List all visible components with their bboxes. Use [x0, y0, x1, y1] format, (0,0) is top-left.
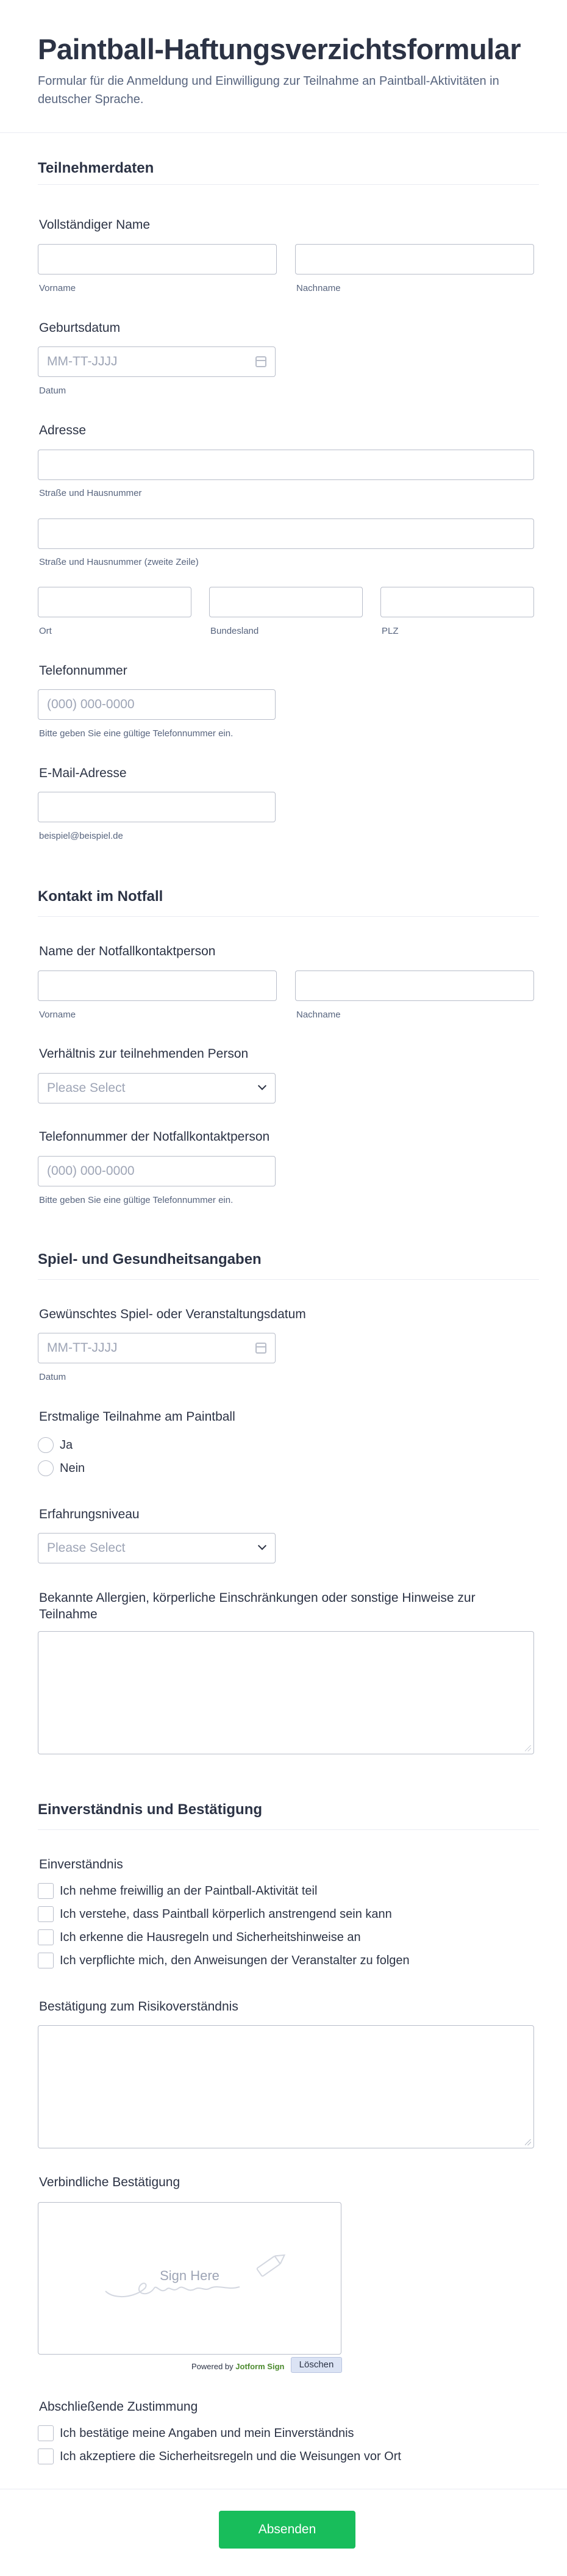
full-name-label: Vollständiger Name — [39, 218, 151, 232]
street2-input[interactable] — [38, 518, 534, 549]
state-input[interactable] — [209, 587, 363, 617]
section-divider — [38, 1829, 539, 1830]
city-sublabel: Ort — [39, 626, 52, 636]
game-date-label: Gewünschtes Spiel- oder Veranstaltungsda… — [39, 1307, 306, 1321]
agreement-checkbox-4[interactable] — [38, 1953, 54, 1968]
powered-by-text: Powered by Jotform Sign — [191, 2362, 284, 2371]
chevron-down-icon — [257, 1081, 267, 1091]
powered-by-label: Powered by — [191, 2362, 234, 2371]
phone-label: Telefonnummer — [39, 664, 127, 678]
street-sublabel: Straße und Hausnummer — [39, 488, 142, 498]
final-checkbox-1[interactable] — [38, 2425, 54, 2441]
radio-nein-label: Nein — [60, 1462, 85, 1475]
form-header: Paintball-Haftungsverzichtsformular Form… — [0, 0, 567, 133]
game-date-input[interactable]: MM-TT-JJJJ — [38, 1333, 276, 1363]
submit-button[interactable]: Absenden — [219, 2511, 355, 2549]
game-date-sublabel: Datum — [39, 1372, 66, 1382]
risk-label: Bestätigung zum Risikoverständnis — [39, 2000, 238, 2014]
birthdate-input[interactable]: MM-TT-JJJJ — [38, 346, 276, 377]
experience-select[interactable]: Please Select — [38, 1533, 276, 1563]
section-title-participant: Teilnehmerdaten — [38, 160, 154, 176]
agreement-checkbox-3[interactable] — [38, 1929, 54, 1945]
agreement-checkbox-2[interactable] — [38, 1906, 54, 1922]
signature-pad[interactable]: Sign Here — [38, 2202, 341, 2355]
email-sublabel: beispiel@beispiel.de — [39, 831, 123, 841]
allergies-label: Bekannte Allergien, körperliche Einschrä… — [39, 1591, 476, 1621]
emergency-phone-input[interactable]: (000) 000-0000 — [38, 1156, 276, 1186]
resize-handle-icon[interactable] — [525, 1745, 531, 1751]
agreement-option-3: Ich erkenne die Hausregeln und Sicherhei… — [60, 1931, 361, 1944]
birthdate-label: Geburtsdatum — [39, 321, 121, 335]
first-name-input[interactable] — [38, 244, 277, 274]
emergency-last-name-input[interactable] — [295, 970, 534, 1001]
chevron-down-icon — [257, 1541, 267, 1551]
emergency-phone-label: Telefonnummer der Notfallkontaktperson — [39, 1130, 270, 1144]
radio-ja-label: Ja — [60, 1438, 73, 1452]
city-input[interactable] — [38, 587, 191, 617]
last-name-sublabel: Nachname — [296, 283, 341, 293]
section-divider — [38, 1279, 539, 1280]
last-name-input[interactable] — [295, 244, 534, 274]
experience-placeholder: Please Select — [47, 1541, 126, 1555]
first-time-label: Erstmalige Teilnahme am Paintball — [39, 1410, 235, 1424]
signature-label: Verbindliche Bestätigung — [39, 2175, 180, 2189]
first-name-sublabel: Vorname — [39, 283, 76, 293]
resize-handle-icon[interactable] — [525, 2139, 531, 2145]
zip-sublabel: PLZ — [382, 626, 399, 636]
street-input[interactable] — [38, 450, 534, 480]
phone-sublabel: Bitte geben Sie eine gültige Telefonnumm… — [39, 728, 234, 739]
state-sublabel: Bundesland — [210, 626, 259, 636]
emergency-first-name-input[interactable] — [38, 970, 277, 1001]
agreement-option-2: Ich verstehe, dass Paintball körperlich … — [60, 1907, 392, 1921]
final-checkbox-2[interactable] — [38, 2449, 54, 2464]
final-option-1: Ich bestätige meine Angaben und mein Ein… — [60, 2427, 354, 2440]
agreement-option-1: Ich nehme freiwillig an der Paintball-Ak… — [60, 1884, 318, 1898]
calendar-icon[interactable] — [255, 1343, 266, 1354]
experience-label: Erfahrungsniveau — [39, 1507, 140, 1521]
birthdate-placeholder: MM-TT-JJJJ — [47, 354, 118, 368]
section-title-consent: Einverständnis und Bestätigung — [38, 1801, 263, 1818]
relation-placeholder: Please Select — [47, 1081, 126, 1095]
risk-textarea[interactable] — [38, 2025, 534, 2148]
section-divider — [38, 916, 539, 917]
emergency-last-name-sublabel: Nachname — [296, 1010, 341, 1020]
section-title-emergency: Kontakt im Notfall — [38, 888, 163, 905]
zip-input[interactable] — [380, 587, 534, 617]
form-subtitle: Formular für die Anmeldung und Einwillig… — [38, 74, 499, 106]
radio-ja[interactable] — [38, 1437, 54, 1453]
birthdate-sublabel: Datum — [39, 386, 66, 396]
agreement-label: Einverständnis — [39, 1857, 123, 1871]
clear-signature-button[interactable]: Löschen — [291, 2357, 342, 2373]
section-divider — [38, 184, 539, 185]
agreement-option-4: Ich verpflichte mich, den Anweisungen de… — [60, 1954, 410, 1967]
emergency-name-label: Name der Notfallkontaktperson — [39, 944, 216, 958]
email-input[interactable] — [38, 792, 276, 822]
form-title: Paintball-Haftungsverzichtsformular — [38, 33, 521, 65]
address-label: Adresse — [39, 423, 87, 437]
radio-nein[interactable] — [38, 1460, 54, 1476]
game-date-placeholder: MM-TT-JJJJ — [47, 1341, 118, 1355]
emergency-phone-sublabel: Bitte geben Sie eine gültige Telefonnumm… — [39, 1195, 234, 1205]
signature-placeholder: Sign Here — [160, 2268, 219, 2283]
form-page: Paintball-Haftungsverzichtsformular Form… — [0, 0, 567, 2576]
final-consent-label: Abschließende Zustimmung — [39, 2400, 198, 2414]
relation-select[interactable]: Please Select — [38, 1073, 276, 1103]
calendar-icon[interactable] — [255, 356, 266, 367]
allergies-textarea[interactable] — [38, 1631, 534, 1754]
final-option-2: Ich akzeptiere die Sicherheitsregeln und… — [60, 2450, 401, 2463]
email-label: E-Mail-Adresse — [39, 766, 127, 780]
agreement-checkbox-1[interactable] — [38, 1883, 54, 1899]
street2-sublabel: Straße und Hausnummer (zweite Zeile) — [39, 557, 199, 567]
phone-input[interactable]: (000) 000-0000 — [38, 689, 276, 720]
section-title-game: Spiel- und Gesundheitsangaben — [38, 1251, 262, 1268]
jotform-sign-link[interactable]: Jotform Sign — [235, 2362, 284, 2371]
emergency-first-name-sublabel: Vorname — [39, 1010, 76, 1020]
relation-label: Verhältnis zur teilnehmenden Person — [39, 1047, 249, 1061]
